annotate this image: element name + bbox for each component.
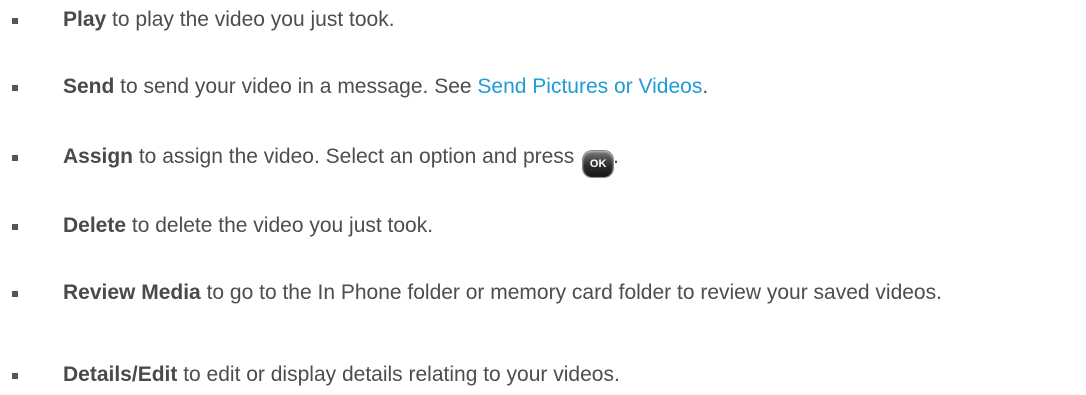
- item-text: Assign to assign the video. Select an op…: [63, 142, 1074, 177]
- item-text: Delete to delete the video you just took…: [63, 211, 1074, 241]
- item-description: to send your video in a message. See: [114, 75, 478, 98]
- item-punctuation: .: [613, 145, 619, 168]
- item-text: Review Media to go to the In Phone folde…: [63, 278, 1074, 308]
- square-bullet-icon: [12, 224, 18, 230]
- send-pictures-or-videos-link[interactable]: Send Pictures or Videos: [477, 75, 702, 98]
- ok-button-icon: OK: [583, 151, 614, 177]
- item-term: Delete: [63, 214, 127, 237]
- item-text: Details/Edit to edit or display details …: [63, 360, 1074, 390]
- item-description: to go to the In Phone folder or memory c…: [200, 281, 942, 304]
- item-punctuation: .: [702, 75, 709, 98]
- square-bullet-icon: [12, 18, 18, 24]
- item-text: Play to play the video you just took.: [63, 5, 1074, 35]
- square-bullet-icon: [12, 373, 18, 379]
- item-term: Details/Edit: [63, 363, 178, 386]
- item-term: Assign: [63, 145, 134, 168]
- item-term: Review Media: [63, 281, 201, 304]
- item-term: Send: [63, 75, 115, 98]
- square-bullet-icon: [12, 155, 18, 161]
- square-bullet-icon: [12, 291, 18, 297]
- square-bullet-icon: [12, 85, 18, 91]
- item-description: to delete the video you just took.: [126, 214, 434, 237]
- item-term: Play: [63, 8, 107, 31]
- item-text: Send to send your video in a message. Se…: [63, 72, 1074, 102]
- item-description: to edit or display details relating to y…: [177, 363, 620, 386]
- item-description: to play the video you just took.: [106, 8, 395, 31]
- item-description: to assign the video. Select an option an…: [133, 145, 581, 168]
